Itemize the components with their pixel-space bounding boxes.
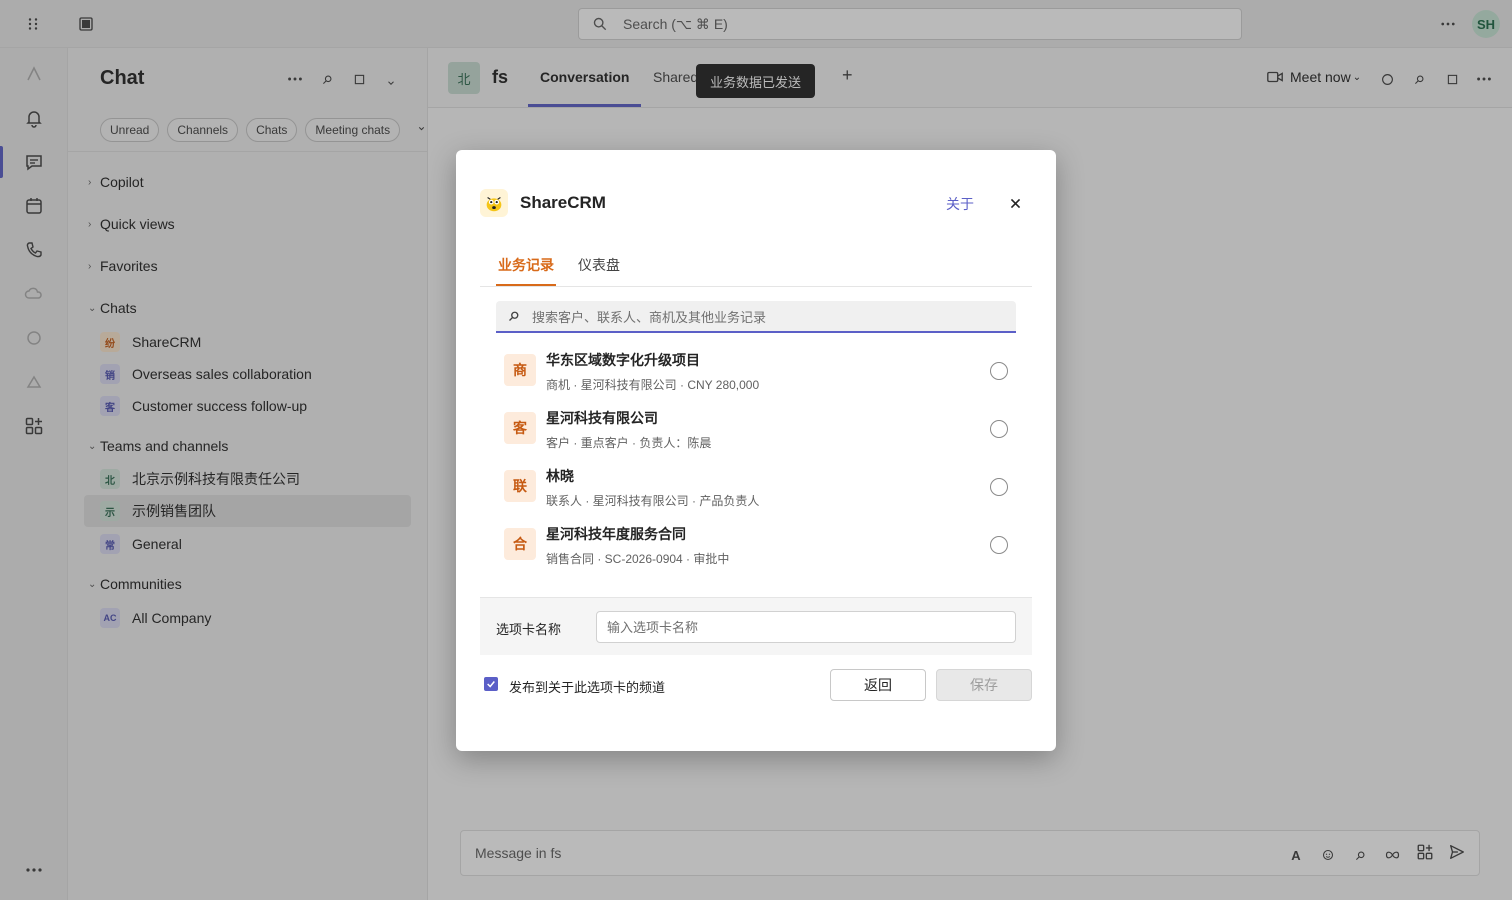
record-subtitle: 商机 · 星河科技有限公司 · CNY 280,000 <box>546 378 760 392</box>
record-item[interactable]: 合 星河科技年度服务合同 销售合同 · SC-2026-0904 · 审批中 <box>504 524 1016 574</box>
record-type-badge: 客 <box>504 412 536 444</box>
record-item[interactable]: 商 华东区域数字化升级项目 商机 · 星河科技有限公司 · CNY 280,00… <box>504 350 1016 400</box>
record-radio[interactable] <box>990 536 1008 554</box>
sharecrm-dialog: ShareCRM 关于 业务记录 仪表盘 搜索客户、联系人、商机及其他业务记录 … <box>456 150 1056 751</box>
tab-dashboard[interactable]: 仪表盘 <box>578 255 620 275</box>
record-type-badge: 联 <box>504 470 536 502</box>
record-search-placeholder: 搜索客户、联系人、商机及其他业务记录 <box>532 309 767 325</box>
dialog-title: ShareCRM <box>520 193 606 212</box>
record-title: 华东区域数字化升级项目 <box>546 352 700 368</box>
record-title: 林晓 <box>546 468 574 484</box>
checkmark-icon <box>487 681 495 688</box>
record-subtitle: 客户 · 重点客户 · 负责人：陈晨 <box>546 436 712 450</box>
record-title: 星河科技有限公司 <box>546 410 658 426</box>
divider <box>480 286 1032 287</box>
record-item[interactable]: 客 星河科技有限公司 客户 · 重点客户 · 负责人：陈晨 <box>504 408 1016 458</box>
save-button[interactable]: 保存 <box>936 669 1032 701</box>
search-icon <box>509 311 519 321</box>
tab-name-row: 选项卡名称 <box>480 597 1032 655</box>
record-radio[interactable] <box>990 420 1008 438</box>
record-type-badge: 商 <box>504 354 536 386</box>
record-type-badge: 合 <box>504 528 536 560</box>
record-search-input[interactable]: 搜索客户、联系人、商机及其他业务记录 <box>496 301 1016 333</box>
tab-name-label: 选项卡名称 <box>496 622 562 637</box>
publish-label: 发布到关于此选项卡的频道 <box>509 680 666 695</box>
record-title: 星河科技年度服务合同 <box>546 526 686 542</box>
sharecrm-logo-icon <box>480 189 508 217</box>
record-subtitle: 销售合同 · SC-2026-0904 · 审批中 <box>546 552 730 566</box>
record-item[interactable]: 联 林晓 联系人 · 星河科技有限公司 · 产品负责人 <box>504 466 1016 516</box>
publish-checkbox[interactable] <box>484 677 498 691</box>
close-icon[interactable] <box>1004 192 1026 214</box>
tab-name-input[interactable] <box>596 611 1016 643</box>
about-link[interactable]: 关于 <box>946 194 974 214</box>
tab-business-records[interactable]: 业务记录 <box>498 255 554 275</box>
record-radio[interactable] <box>990 362 1008 380</box>
record-radio[interactable] <box>990 478 1008 496</box>
record-subtitle: 联系人 · 星河科技有限公司 · 产品负责人 <box>546 494 760 508</box>
back-button[interactable]: 返回 <box>830 669 926 701</box>
